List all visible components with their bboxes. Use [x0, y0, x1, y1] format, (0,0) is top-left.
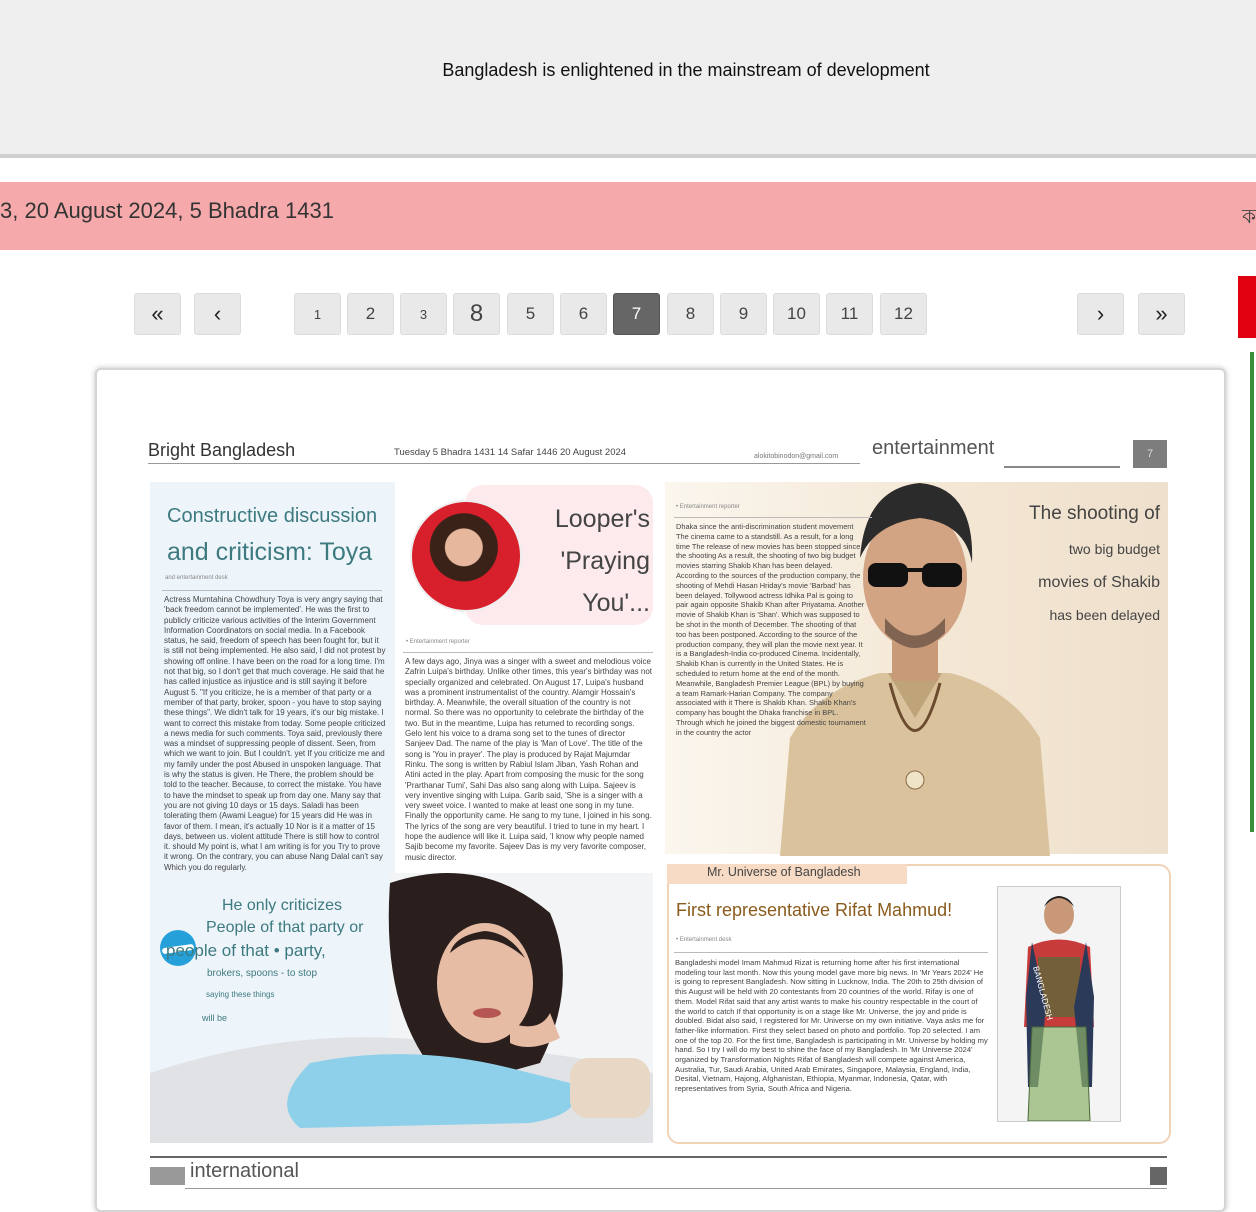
divider	[162, 590, 382, 591]
page-button-6[interactable]: 6	[560, 293, 607, 335]
page-button-8[interactable]: 8	[667, 293, 714, 335]
divider	[0, 154, 1256, 158]
rifat-article-body: Bangladeshi model Imam Mahmud Rizat is r…	[675, 958, 988, 1094]
header-rule	[148, 463, 860, 464]
banner-title: Bangladesh is enlightened in the mainstr…	[442, 60, 930, 80]
last-page-button[interactable]: »	[1138, 293, 1185, 335]
double-chevron-left-icon: «	[151, 301, 164, 326]
shakib-article-body: Dhaka since the anti-discrimination stud…	[676, 522, 866, 737]
edge-glyph: ক	[1242, 206, 1256, 228]
page-button-12[interactable]: 12	[880, 293, 927, 335]
toya-pullquote-line4: brokers, spoons - to stop	[207, 968, 318, 979]
divider	[674, 952, 988, 953]
top-banner: Bangladesh is enlightened in the mainstr…	[0, 0, 1256, 155]
luipa-portrait	[410, 500, 522, 612]
chevron-right-icon: ›	[1096, 301, 1105, 326]
page-button-4[interactable]: 8	[453, 293, 500, 335]
rifat-byline: • Entertainment desk	[676, 937, 732, 943]
section-marker	[1150, 1167, 1167, 1185]
page-button-11[interactable]: 11	[826, 293, 873, 335]
page-button-1[interactable]: 1	[294, 293, 341, 335]
toya-headline-line2: and criticism: Toya	[167, 538, 373, 566]
page-button-7-active[interactable]: 7	[613, 293, 660, 335]
shakib-headline-line4: has been delayed	[1049, 607, 1160, 623]
page-number-badge: 7	[1133, 440, 1167, 468]
side-scroll-indicator	[1250, 352, 1254, 832]
shakib-headline-line1: The shooting of	[1029, 503, 1160, 524]
edition-date: 3, 20 August 2024, 5 Bhadra 1431	[0, 198, 334, 223]
issue-date: Tuesday 5 Bhadra 1431 14 Safar 1446 20 A…	[394, 447, 627, 458]
side-tab[interactable]	[1238, 276, 1256, 338]
shakib-byline: • Entertainment reporter	[676, 504, 740, 510]
rifat-mahmud-photo: BANGLADESH	[997, 886, 1121, 1122]
rifat-headline: First representative Rifat Mahmud!	[676, 900, 953, 920]
toya-pullquote-line1: He only criticizes	[222, 897, 343, 914]
page-button-9[interactable]: 9	[720, 293, 767, 335]
toya-pullquote-line3: people of that • party,	[166, 941, 326, 960]
shakib-headline-line3: movies of Shakib	[1038, 574, 1160, 591]
rifat-kicker: Mr. Universe of Bangladesh	[667, 864, 907, 884]
section-title: entertainment	[872, 437, 995, 459]
prev-page-button[interactable]: ‹	[194, 293, 241, 335]
newspaper-masthead: Bright Bangladesh	[148, 440, 296, 460]
toya-pullquote-line5: saying these things	[206, 990, 275, 999]
toya-headline-line1: Constructive discussion	[167, 505, 378, 527]
first-page-button[interactable]: «	[134, 293, 181, 335]
section-marker	[150, 1167, 185, 1185]
shakib-headline-line2: two big budget	[1068, 541, 1160, 557]
next-section-title: international	[190, 1160, 299, 1182]
toya-article-body: Actress Mumtahina Chowdhury Toya is very…	[164, 595, 386, 872]
section-rule	[150, 1156, 1167, 1158]
next-page-button[interactable]: ›	[1077, 293, 1124, 335]
toya-byline: and entertainment desk	[165, 575, 228, 581]
looper-byline: • Entertainment reporter	[406, 639, 470, 645]
divider	[403, 652, 653, 653]
date-bar: 3, 20 August 2024, 5 Bhadra 1431 ক	[0, 182, 1256, 250]
looper-article-body: A few days ago, Jinya was a singer with …	[405, 657, 653, 862]
contact-email: alokitobinodon@gmail.com	[754, 453, 839, 460]
looper-headline: Looper's 'Praying You'...	[554, 505, 650, 617]
page-button-3[interactable]: 3	[400, 293, 447, 335]
chevron-left-icon: ‹	[213, 301, 222, 326]
divider	[674, 517, 872, 518]
rifat-kicker-text: Mr. Universe of Bangladesh	[707, 865, 861, 879]
double-chevron-right-icon: »	[1155, 301, 1168, 326]
toya-pullquote-line6: will be	[202, 1013, 228, 1023]
page-button-10[interactable]: 10	[773, 293, 820, 335]
divider	[185, 1188, 1167, 1189]
page-button-2[interactable]: 2	[347, 293, 394, 335]
page-button-5[interactable]: 5	[507, 293, 554, 335]
toya-pullquote-line2: People of that party or	[206, 919, 364, 936]
